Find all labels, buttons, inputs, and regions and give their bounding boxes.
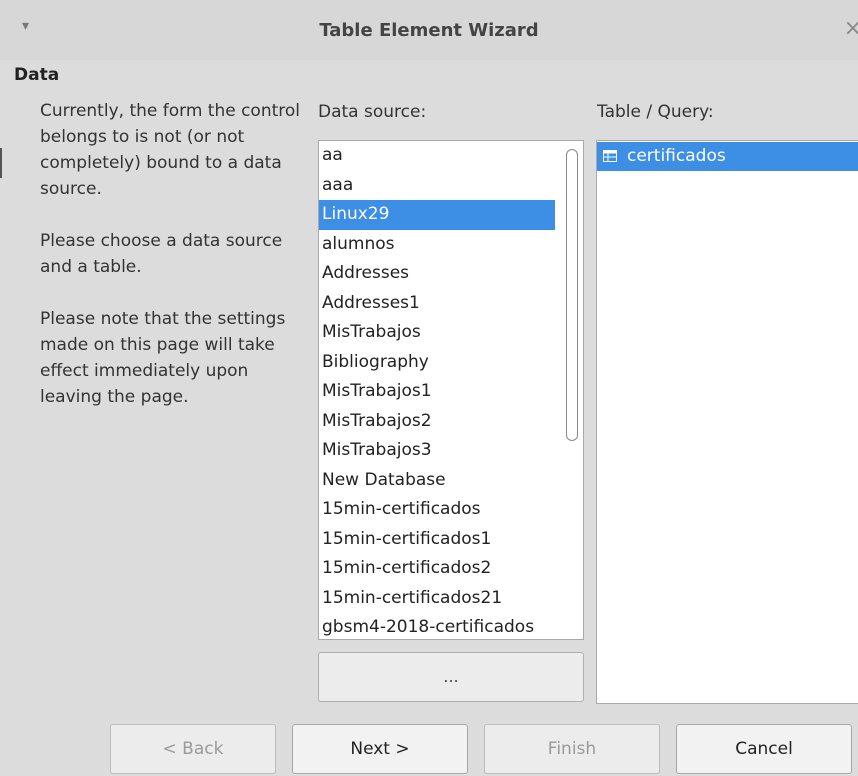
description-paragraph: Currently, the form the control belongs … [40, 101, 301, 199]
description-paragraph: Please note that the settings made on th… [40, 309, 286, 407]
window-title: Table Element Wizard [319, 20, 539, 41]
browse-data-source-button[interactable]: ... [318, 652, 584, 702]
data-source-item[interactable]: Linux29 [319, 200, 555, 230]
data-source-item[interactable]: New Database [319, 466, 555, 496]
data-source-item[interactable]: aa [319, 141, 555, 171]
button-row: < Back Next > Finish Cancel [0, 724, 858, 776]
window-edge [0, 148, 8, 178]
description-paragraph: Please choose a data source and a table. [40, 231, 283, 277]
back-button[interactable]: < Back [110, 724, 276, 774]
data-source-item[interactable]: gbsm4-2018-certificados [319, 613, 555, 639]
data-source-item[interactable]: MisTrabajos3 [319, 436, 555, 466]
table-query-label: Table / Query: [597, 102, 714, 122]
data-source-item[interactable]: Bibliography [319, 348, 555, 378]
title-bar[interactable]: ▾ Table Element Wizard × [0, 0, 858, 60]
section-heading: Data [14, 65, 60, 85]
data-source-item[interactable]: Addresses [319, 259, 555, 289]
table-query-item-label: certificados [627, 146, 726, 166]
data-source-item[interactable]: 15min-certificados2 [319, 554, 555, 584]
table-query-list[interactable]: certificados [596, 140, 858, 704]
data-source-item[interactable]: 15min-certificados21 [319, 584, 555, 614]
data-source-item[interactable]: MisTrabajos2 [319, 407, 555, 437]
table-query-item[interactable]: certificados [597, 142, 858, 171]
data-source-item[interactable]: Addresses1 [319, 289, 555, 319]
table-icon [603, 150, 617, 162]
data-source-item[interactable]: 15min-certificados1 [319, 525, 555, 555]
data-source-list[interactable]: aa aaa Linux29 alumnos Addresses Addresses1 Mi… [318, 140, 584, 640]
data-source-item[interactable]: 15min-certificados [319, 495, 555, 525]
close-icon[interactable]: × [844, 16, 858, 41]
finish-button[interactable]: Finish [484, 724, 660, 774]
data-source-item[interactable]: aaa [319, 171, 555, 201]
data-source-item[interactable]: MisTrabajos1 [319, 377, 555, 407]
data-source-item[interactable]: MisTrabajos [319, 318, 555, 348]
scrollbar-thumb[interactable] [566, 149, 578, 441]
data-source-label: Data source: [318, 102, 427, 122]
data-source-item[interactable]: alumnos [319, 230, 555, 260]
next-button[interactable]: Next > [292, 724, 468, 774]
description-text: Currently, the form the control belongs … [40, 98, 310, 436]
cancel-button[interactable]: Cancel [676, 724, 852, 774]
